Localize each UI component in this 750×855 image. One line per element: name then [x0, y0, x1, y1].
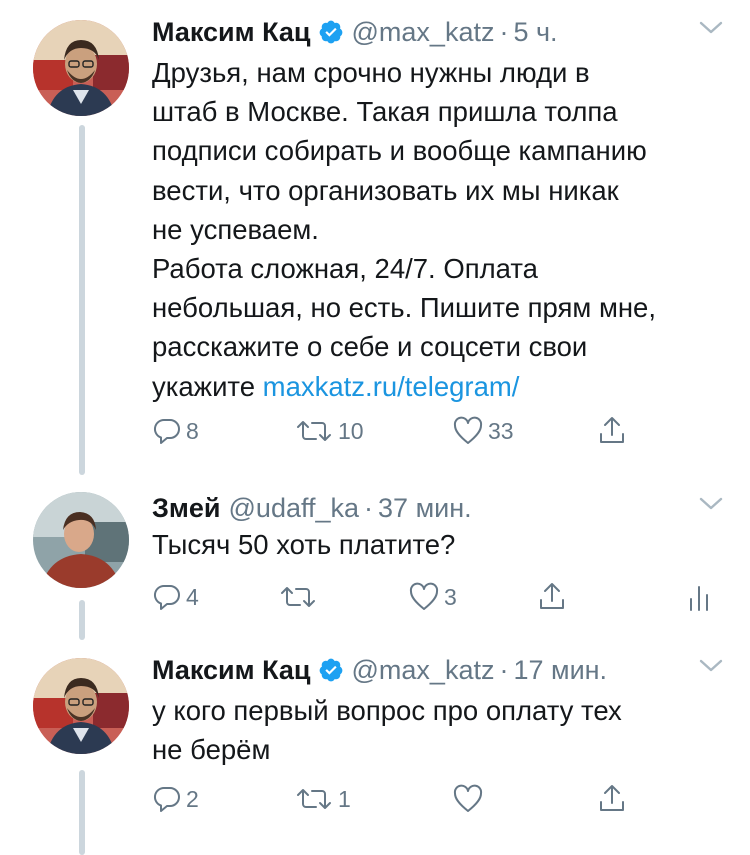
chevron-down-icon[interactable]	[698, 656, 724, 676]
reply-count: 4	[186, 583, 199, 610]
chevron-down-icon[interactable]	[698, 18, 724, 38]
timestamp[interactable]: 5 ч.	[513, 17, 557, 48]
tweet-text: у кого первый вопрос про оплату тех не б…	[152, 691, 732, 769]
tweet: Максим Кац @max_katz · 17 мин. у кого пе…	[0, 650, 750, 820]
timestamp[interactable]: 37 мин.	[378, 493, 472, 524]
retweet-count: 1	[338, 785, 351, 812]
chevron-down-icon[interactable]	[698, 494, 724, 514]
like-button[interactable]: 3	[408, 580, 457, 614]
retweet-icon	[278, 582, 318, 612]
author-handle[interactable]: @max_katz	[352, 17, 495, 48]
timestamp[interactable]: 17 мин.	[513, 655, 607, 686]
reply-icon	[152, 784, 182, 814]
like-button[interactable]: 33	[452, 414, 514, 448]
share-icon	[536, 581, 568, 613]
avatar[interactable]	[33, 658, 129, 754]
like-count: 33	[488, 417, 514, 444]
retweet-button[interactable]: 10	[294, 414, 364, 448]
verified-badge-icon	[318, 19, 344, 45]
text-line: не берём	[152, 734, 271, 766]
analytics-icon	[686, 581, 712, 613]
reply-icon	[152, 582, 182, 612]
like-count: 3	[444, 583, 457, 610]
text-line: вести, что организовать их мы никак	[152, 174, 619, 206]
heart-icon	[452, 416, 484, 446]
tweet-actions: 8 10 33	[152, 414, 722, 448]
author-handle[interactable]: @max_katz	[352, 655, 495, 686]
text-line: подписи собирать и вообще кампанию	[152, 135, 647, 167]
tweet-text: Тысяч 50 хоть платите?	[152, 525, 732, 564]
text-line: небольшая, но есть. Пишите прям мне,	[152, 292, 656, 324]
tweet-header: Максим Кац @max_katz · 17 мин.	[152, 650, 607, 690]
share-button[interactable]	[596, 414, 628, 448]
verified-badge-icon	[318, 657, 344, 683]
share-icon	[596, 415, 628, 447]
share-button[interactable]	[536, 580, 568, 614]
tweet-actions: 4 3	[152, 580, 722, 614]
reply-button[interactable]: 2	[152, 782, 199, 816]
text-line: не успеваем.	[152, 213, 319, 245]
text-line: Друзья, нам срочно нужны люди в	[152, 57, 590, 88]
analytics-button[interactable]	[686, 580, 712, 614]
separator-dot: ·	[499, 16, 509, 47]
author-handle[interactable]: @udaff_ka	[229, 493, 360, 524]
separator-dot: ·	[499, 654, 509, 685]
text-line: расскажите о себе и соцсети свои	[152, 331, 588, 363]
tweet-header: Максим Кац @max_katz · 5 ч.	[152, 12, 558, 52]
share-icon	[596, 783, 628, 815]
text-line: Работа сложная, 24/7. Оплата	[152, 253, 538, 285]
text-line: укажите maxkatz.ru/telegram/	[152, 367, 732, 406]
retweet-button[interactable]	[278, 580, 322, 614]
retweet-button[interactable]: 1	[294, 782, 351, 816]
tweet-header: Змей @udaff_ka · 37 мин.	[152, 488, 472, 528]
author-name[interactable]: Максим Кац	[152, 17, 311, 48]
text-line: Тысяч 50 хоть платите?	[152, 529, 456, 560]
retweet-icon	[294, 784, 334, 814]
separator-dot: ·	[364, 492, 374, 523]
text-fragment: укажите	[152, 370, 256, 402]
share-button[interactable]	[596, 782, 628, 816]
heart-icon	[408, 582, 440, 612]
avatar[interactable]	[33, 20, 129, 116]
retweet-count: 10	[338, 417, 364, 444]
author-name[interactable]: Максим Кац	[152, 655, 311, 686]
reply-count: 8	[186, 417, 199, 444]
reply-icon	[152, 416, 182, 446]
telegram-link[interactable]: maxkatz.ru/telegram/	[263, 371, 520, 402]
tweet-actions: 2 1	[152, 782, 722, 816]
author-name[interactable]: Змей	[152, 493, 221, 524]
tweet-text: Друзья, нам срочно нужны люди в штаб в М…	[152, 53, 732, 406]
heart-icon	[452, 784, 484, 814]
reply-button[interactable]: 4	[152, 580, 199, 614]
tweet: Максим Кац @max_katz · 5 ч. Друзья, нам …	[0, 12, 750, 462]
text-line: штаб в Москве. Такая пришла толпа	[152, 96, 618, 128]
like-button[interactable]	[452, 782, 488, 816]
avatar[interactable]	[33, 492, 129, 588]
reply-count: 2	[186, 785, 199, 812]
tweet: Змей @udaff_ka · 37 мин. Тысяч 50 хоть п…	[0, 488, 750, 628]
reply-button[interactable]: 8	[152, 414, 199, 448]
retweet-icon	[294, 416, 334, 446]
text-line: у кого первый вопрос про оплату тех	[152, 695, 622, 726]
